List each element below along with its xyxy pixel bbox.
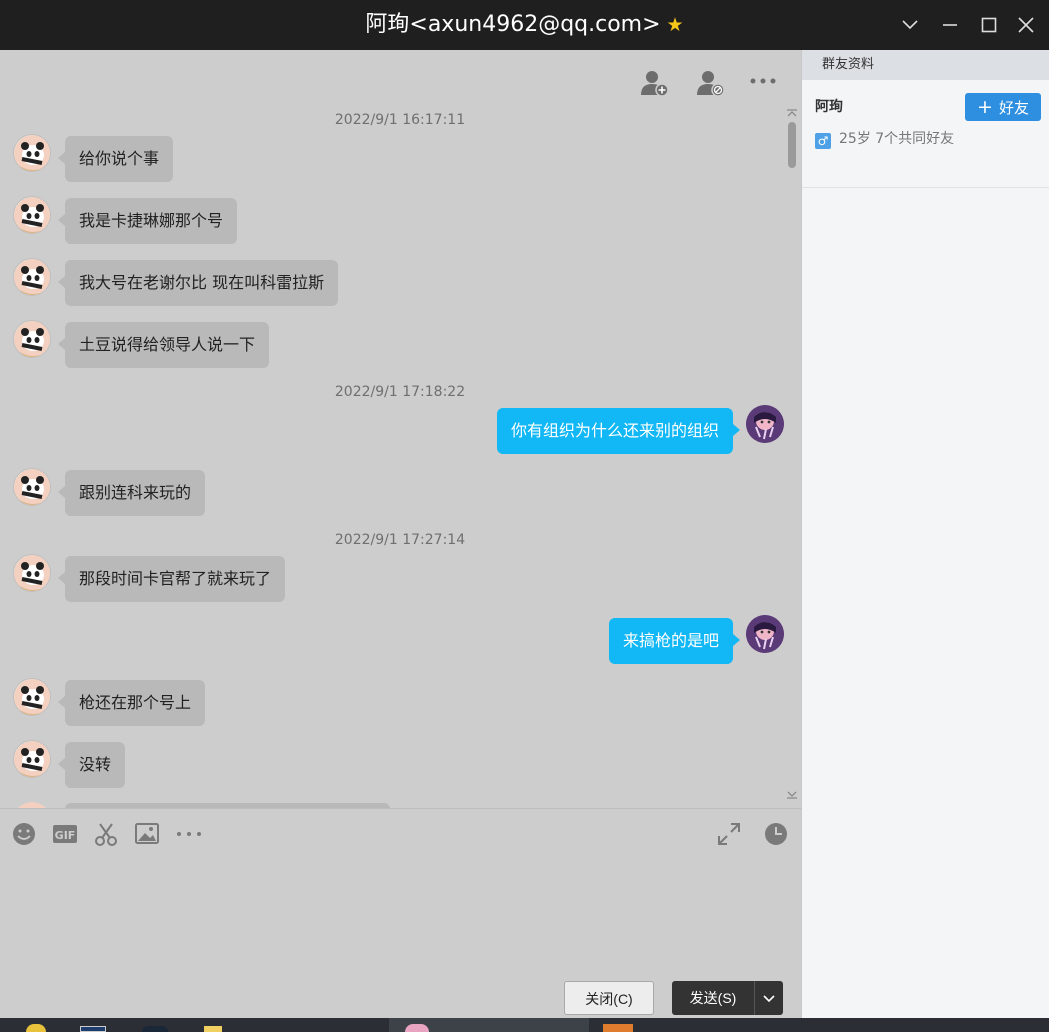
- message-bubble-self[interactable]: 你有组织为什么还来别的组织: [496, 408, 741, 454]
- minimize-button[interactable]: [935, 10, 965, 40]
- panel-header: 群友资料: [802, 50, 1049, 80]
- taskbar-app-icon[interactable]: [204, 1026, 222, 1032]
- taskbar-app-icon[interactable]: [603, 1024, 633, 1032]
- member-profile-panel: 群友资料 阿珣 + 好友 ♂ 25岁 7个共同好友: [801, 50, 1049, 1018]
- message-bubble[interactable]: 给你说个事: [57, 136, 174, 182]
- taskbar-app-icon[interactable]: [80, 1026, 106, 1032]
- taskbar: [0, 1018, 1049, 1032]
- maximize-button[interactable]: [974, 10, 1004, 40]
- message-bubble[interactable]: 那段时间卡官帮了就来玩了: [57, 556, 286, 602]
- timestamp: 2022/9/1 17:27:14: [334, 532, 466, 548]
- scroll-down-icon[interactable]: [786, 790, 798, 800]
- avatar[interactable]: [13, 678, 51, 716]
- chevron-down-icon: [763, 995, 775, 1003]
- timestamp: 2022/9/1 16:17:11: [334, 112, 466, 128]
- history-clock-icon[interactable]: [763, 821, 789, 847]
- title-bar: 阿珣<axun4962@qq.com> ★: [0, 0, 1049, 50]
- message-bubble[interactable]: 我大号在老谢尔比 现在叫科雷拉斯: [57, 260, 339, 306]
- expand-icon[interactable]: [716, 821, 742, 847]
- image-icon[interactable]: [134, 821, 160, 847]
- message-bubble[interactable]: 没转: [57, 742, 126, 788]
- profile-info: ♂ 25岁 7个共同好友: [815, 128, 954, 149]
- avatar[interactable]: [13, 554, 51, 592]
- window-title: 阿珣<axun4962@qq.com> ★: [0, 0, 1049, 50]
- send-button[interactable]: 发送(S): [672, 981, 754, 1015]
- chat-scrollbar[interactable]: [786, 108, 798, 800]
- taskbar-app-icon[interactable]: [26, 1024, 46, 1032]
- profile-name: 阿珣: [815, 99, 843, 115]
- message-input-area[interactable]: GIF 关闭(C) 发送(S): [0, 808, 801, 1018]
- more-tools-icon[interactable]: [176, 821, 202, 847]
- message-bubble[interactable]: 跟别连科来玩的: [57, 470, 206, 516]
- chat-history: 2022/9/1 16:17:11 给你说个事 我是卡捷琳娜那个号 我大号在老谢…: [0, 50, 801, 808]
- male-icon: ♂: [815, 133, 831, 149]
- add-friend-label: 好友: [998, 99, 1029, 117]
- close-window-button[interactable]: [1011, 10, 1041, 40]
- avatar[interactable]: [13, 134, 51, 172]
- message-bubble[interactable]: 我是卡捷琳娜那个号: [57, 198, 238, 244]
- more-options-icon[interactable]: [748, 66, 782, 100]
- avatar[interactable]: [13, 258, 51, 296]
- taskbar-app-icon[interactable]: [142, 1026, 168, 1032]
- chevron-down-icon[interactable]: [895, 10, 925, 40]
- profile-info-text: 25岁 7个共同好友: [839, 131, 955, 147]
- avatar-self[interactable]: [746, 615, 784, 653]
- avatar[interactable]: [13, 196, 51, 234]
- taskbar-active-app[interactable]: [389, 1018, 589, 1032]
- send-options-button[interactable]: [754, 981, 783, 1015]
- scroll-up-icon[interactable]: [786, 108, 798, 118]
- window-title-text: 阿珣<axun4962@qq.com>: [365, 12, 661, 37]
- avatar[interactable]: [13, 468, 51, 506]
- timestamp: 2022/9/1 17:18:22: [334, 384, 466, 400]
- message-bubble-self[interactable]: 来搞枪的是吧: [608, 618, 741, 664]
- add-member-icon[interactable]: [638, 66, 672, 100]
- block-user-icon[interactable]: [694, 66, 728, 100]
- add-friend-button[interactable]: + 好友: [965, 93, 1041, 121]
- emoji-icon[interactable]: [11, 821, 37, 847]
- scroll-thumb[interactable]: [788, 122, 796, 168]
- star-icon: ★: [666, 14, 684, 36]
- profile-card: 阿珣 + 好友 ♂ 25岁 7个共同好友: [802, 80, 1049, 188]
- plus-icon: +: [977, 96, 993, 118]
- gif-icon[interactable]: GIF: [52, 821, 78, 847]
- close-button[interactable]: 关闭(C): [564, 981, 654, 1015]
- message-bubble[interactable]: 土豆说得给领导人说一下: [57, 322, 270, 368]
- message-bubble[interactable]: 枪还在那个号上: [57, 680, 206, 726]
- avatar[interactable]: [13, 320, 51, 358]
- avatar-self[interactable]: [746, 405, 784, 443]
- scissors-icon[interactable]: [93, 821, 119, 847]
- avatar[interactable]: [13, 740, 51, 778]
- svg-text:GIF: GIF: [55, 829, 76, 842]
